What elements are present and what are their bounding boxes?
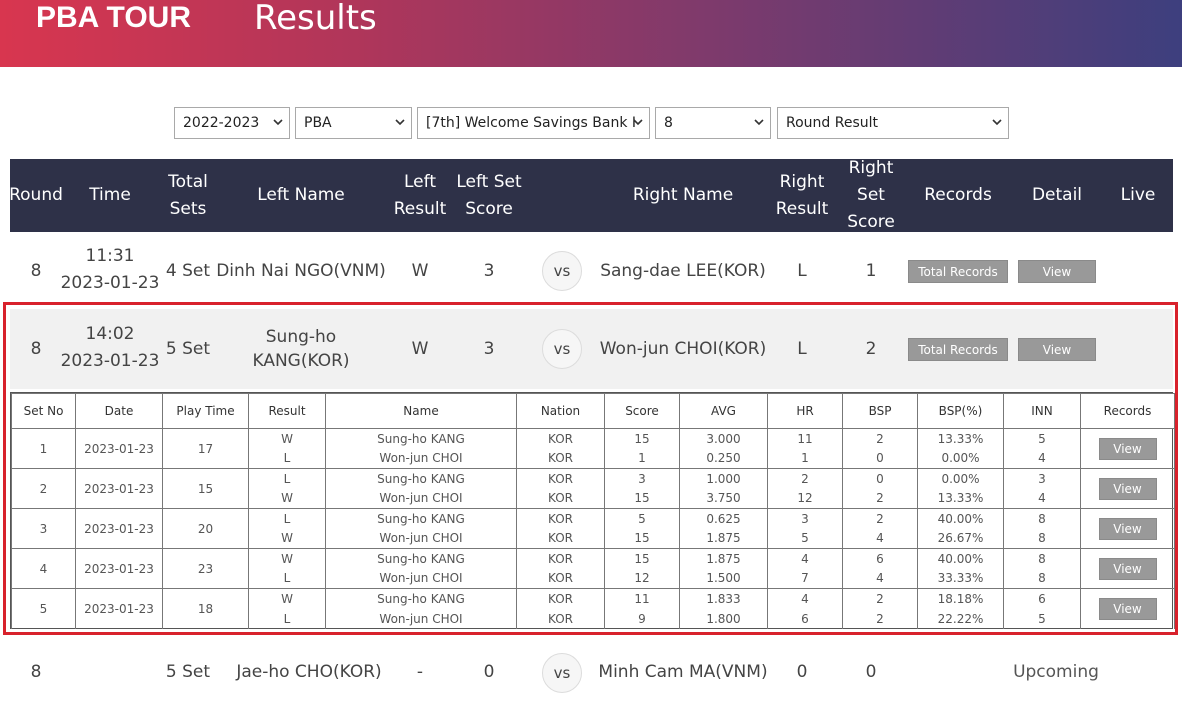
event-select[interactable]: [7th] Welcome Savings Bank I xyxy=(417,107,650,139)
match-total-sets: 4 Set xyxy=(165,261,211,281)
match-round: 8 xyxy=(30,261,42,281)
left-result: - xyxy=(416,662,424,682)
status-upcoming: Upcoming xyxy=(1013,662,1099,682)
tour-select[interactable]: PBA xyxy=(295,107,412,139)
top-banner: PBA TOUR Results xyxy=(0,0,1182,67)
left-set-score: 3 xyxy=(483,261,495,281)
round-select-value: 8 xyxy=(664,115,673,131)
match-row: 8 5 Set Jae-ho CHO(KOR) - 0 vs Minh Cam … xyxy=(10,645,1173,701)
tour-select-value: PBA xyxy=(304,115,332,131)
col-left-name: Left Name xyxy=(257,185,345,205)
col-right-set-score: Right Set Score xyxy=(847,158,895,232)
right-player-name: Sang-dae LEE(KOR) xyxy=(600,261,766,281)
highlight-frame xyxy=(3,302,1178,635)
match-round: 8 xyxy=(30,662,42,682)
vs-badge: vs xyxy=(542,653,582,693)
left-result: W xyxy=(411,261,429,281)
right-player-name: Minh Cam MA(VNM) xyxy=(598,662,768,682)
chevron-down-icon xyxy=(395,119,405,126)
vs-badge: vs xyxy=(542,251,582,291)
pba-tour-logo[interactable]: PBA TOUR xyxy=(36,1,191,35)
col-round: Round xyxy=(9,185,63,205)
col-right-result: Right Result xyxy=(775,171,829,219)
col-detail: Detail xyxy=(1031,185,1083,205)
chevron-down-icon xyxy=(754,119,764,126)
col-right-name: Right Name xyxy=(632,185,734,205)
left-player-name: Dinh Nai NGO(VNM) xyxy=(216,261,386,281)
chevron-down-icon xyxy=(273,119,283,126)
left-set-score: 0 xyxy=(483,662,495,682)
left-player-name: Jae-ho CHO(KOR) xyxy=(236,662,382,682)
match-date: 2023-01-23 xyxy=(60,273,160,293)
event-select-value: [7th] Welcome Savings Bank I xyxy=(426,115,637,131)
season-select[interactable]: 2022-2023 xyxy=(174,107,290,139)
results-table-header: Round Time Total Sets Left Name Left Res… xyxy=(9,158,1173,232)
season-select-value: 2022-2023 xyxy=(183,115,260,131)
round-select[interactable]: 8 xyxy=(655,107,771,139)
col-time: Time xyxy=(89,185,131,205)
match-total-sets: 5 Set xyxy=(165,662,211,682)
col-left-set-score: Left Set Score xyxy=(456,171,522,219)
right-set-score: 1 xyxy=(865,261,877,281)
view-select[interactable]: Round Result xyxy=(777,107,1009,139)
right-set-score: 0 xyxy=(865,662,877,682)
total-records-button[interactable]: Total Records xyxy=(908,260,1008,283)
right-result: L xyxy=(797,261,807,281)
col-records: Records xyxy=(924,185,992,205)
right-result: 0 xyxy=(796,662,808,682)
col-total-sets: Total Sets xyxy=(168,171,208,219)
chevron-down-icon xyxy=(633,119,643,126)
match-row: 8 11:31 2023-01-23 4 Set Dinh Nai NGO(VN… xyxy=(10,240,1173,302)
match-time: 11:31 xyxy=(85,246,135,266)
page-title: Results xyxy=(254,0,377,38)
chevron-down-icon xyxy=(992,119,1002,126)
filter-bar: 2022-2023 PBA [7th] Welcome Savings Bank… xyxy=(0,107,1182,139)
view-detail-button[interactable]: View xyxy=(1018,260,1096,283)
view-select-value: Round Result xyxy=(786,115,879,131)
col-left-result: Left Result xyxy=(393,171,447,219)
col-live: Live xyxy=(1120,185,1156,205)
